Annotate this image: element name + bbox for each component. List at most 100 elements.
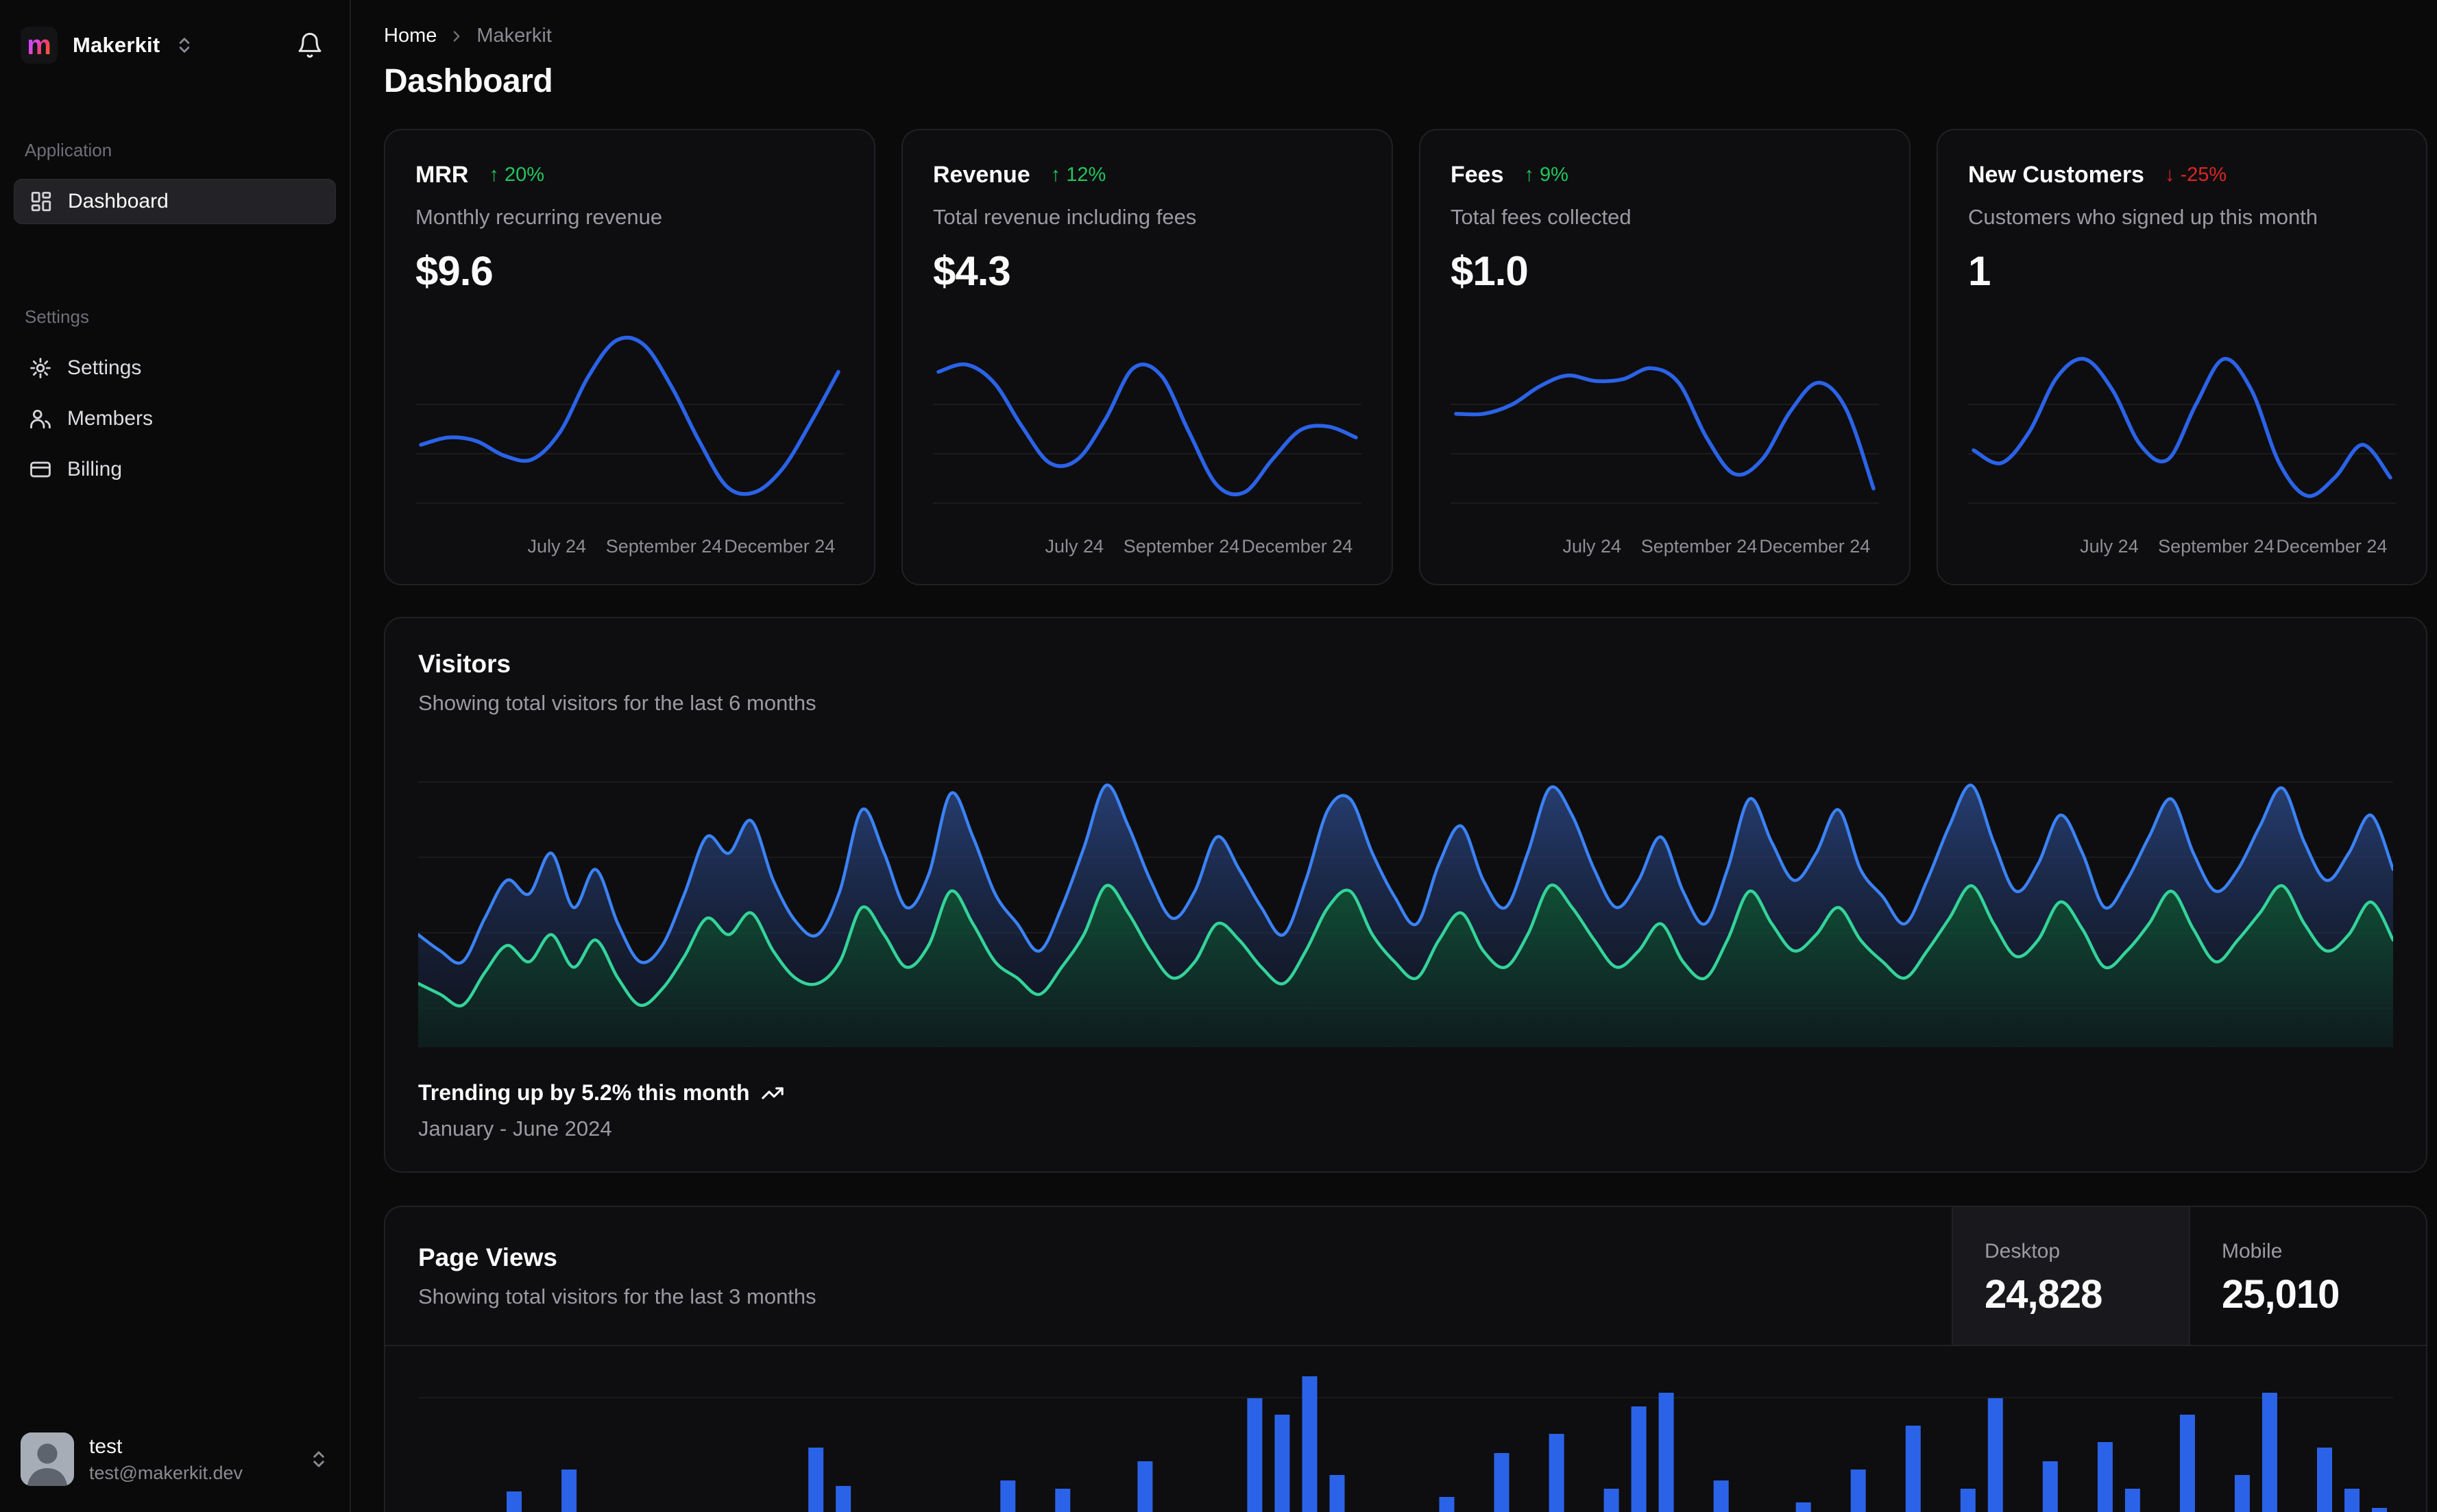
workspace-name: Makerkit [73,33,160,57]
sidebar-item-dashboard[interactable]: Dashboard [14,179,336,224]
x-tick: July 24 [1562,536,1622,557]
x-tick: July 24 [527,536,587,557]
trend-arrow-icon: ↑ [1050,164,1061,186]
page-views-heading: Page Views Showing total visitors for th… [385,1207,1952,1345]
sidebar-item-label: Dashboard [68,190,169,212]
sidebar: m Makerkit Application Dashboard Setting… [0,0,351,1512]
logo-letter: m [27,30,51,60]
sidebar-item-members[interactable]: Members [14,396,336,441]
page-views-header: Page Views Showing total visitors for th… [385,1207,2426,1346]
stat-value: 1 [1968,248,1991,294]
stat-value: $4.3 [933,248,1011,294]
x-tick: September 24 [2158,536,2275,557]
sidebar-item-settings[interactable]: Settings [14,345,336,391]
visitors-card: Visitors Showing total visitors for the … [384,617,2427,1173]
makerkit-logo: m [21,27,58,64]
x-axis-labels: July 24 September 24 December 24 [933,536,1361,563]
x-tick: December 24 [1241,536,1353,557]
new-customers-sparkline-chart [1968,318,2396,524]
x-tick: September 24 [1640,536,1758,557]
page-title: Dashboard [384,63,553,99]
page-views-card: Page Views Showing total visitors for th… [384,1206,2427,1512]
trend-arrow-icon: ↑ [489,164,499,186]
x-axis-labels: July 24 September 24 December 24 [415,536,844,563]
dashboard-icon [31,191,51,212]
stat-card-mrr: MRR ↑ 20% Monthly recurring revenue $9.6… [384,129,875,585]
section-label-settings: Settings [25,306,89,327]
workspace-selector[interactable]: m Makerkit [14,16,336,74]
tab-value: 24,828 [1985,1272,2102,1317]
visitors-subtitle: Showing total visitors for the last 6 mo… [418,691,816,715]
stat-description: Customers who signed up this month [1968,205,2318,229]
trend-badge: ↑ 9% [1525,164,1568,186]
trend-badge: ↓ -25% [2165,164,2227,186]
user-meta: test test@makerkit.dev [89,1435,243,1484]
page-views-tabs: Desktop 24,828 Mobile 25,010 [1952,1207,2426,1345]
stat-title: New Customers [1968,162,2144,188]
tab-mobile[interactable]: Mobile 25,010 [2189,1207,2426,1345]
stat-description: Total fees collected [1451,205,1632,229]
page-views-title: Page Views [418,1243,557,1271]
x-axis-labels: July 24 September 24 December 24 [1451,536,1879,563]
breadcrumb: Home Makerkit [384,25,2427,47]
stat-card-new-customers: New Customers ↓ -25% Customers who signe… [1937,129,2427,585]
trend-arrow-icon: ↓ [2164,164,2175,186]
sidebar-item-label: Members [67,407,154,430]
trend-delta: 20% [504,164,544,186]
chevrons-up-down-icon [313,1451,324,1467]
tab-desktop[interactable]: Desktop 24,828 [1952,1207,2189,1345]
sidebar-item-billing[interactable]: Billing [14,447,336,492]
members-icon [30,409,51,429]
user-avatar [21,1432,74,1486]
trend-badge: ↑ 20% [489,164,544,186]
sidebar-item-label: Billing [67,458,123,480]
x-tick: July 24 [1045,536,1104,557]
breadcrumb-current: Makerkit [476,25,552,47]
visitors-area-chart [418,746,2393,1047]
sidebar-nav: Application Dashboard Settings Settings … [14,140,336,492]
main-content: Home Makerkit Dashboard MRR ↑ 20% Monthl… [351,0,2437,1512]
x-tick: December 24 [1759,536,1871,557]
trend-delta: -25% [2180,164,2227,186]
stat-description: Total revenue including fees [933,205,1197,229]
visitors-trend-text: Trending up by 5.2% this month [418,1080,750,1105]
x-tick: December 24 [724,536,836,557]
breadcrumb-home-link[interactable]: Home [384,25,437,47]
trending-up-icon [761,1086,784,1099]
settings-icon [30,358,51,378]
x-tick: September 24 [605,536,723,557]
stat-title: Revenue [933,162,1030,188]
section-label-application: Application [25,140,112,160]
tab-label: Mobile [2222,1240,2283,1263]
fees-sparkline-chart [1451,318,1879,524]
trend-badge: ↑ 12% [1051,164,1106,186]
mrr-sparkline-chart [415,318,844,524]
stat-title: Fees [1451,162,1504,188]
tab-label: Desktop [1985,1240,2061,1263]
user-name: test [89,1435,123,1458]
notifications-button[interactable] [291,26,329,64]
tab-value: 25,010 [2222,1272,2340,1317]
trend-arrow-icon: ↑ [1524,164,1535,186]
stat-card-revenue: Revenue ↑ 12% Total revenue including fe… [901,129,1393,585]
avatar-placeholder [21,1432,74,1486]
visitors-title: Visitors [418,650,511,678]
x-tick: September 24 [1123,536,1240,557]
stat-value: $9.6 [415,248,494,294]
chevrons-up-down-icon [180,38,190,53]
x-tick: December 24 [2276,536,2388,557]
page-views-subtitle: Showing total visitors for the last 3 mo… [418,1284,816,1308]
x-tick: July 24 [2080,536,2139,557]
stat-card-fees: Fees ↑ 9% Total fees collected $1.0 July… [1419,129,1911,585]
user-menu[interactable]: test test@makerkit.dev [14,1426,336,1493]
billing-icon [30,461,51,478]
sidebar-item-label: Settings [67,356,142,379]
bell-icon [298,32,322,58]
x-axis-labels: July 24 September 24 December 24 [1968,536,2396,563]
visitors-footer: Trending up by 5.2% this month [418,1080,2393,1106]
trend-delta: 12% [1066,164,1106,186]
revenue-sparkline-chart [933,318,1361,524]
trend-delta: 9% [1540,164,1568,186]
stat-value: $1.0 [1451,248,1529,294]
